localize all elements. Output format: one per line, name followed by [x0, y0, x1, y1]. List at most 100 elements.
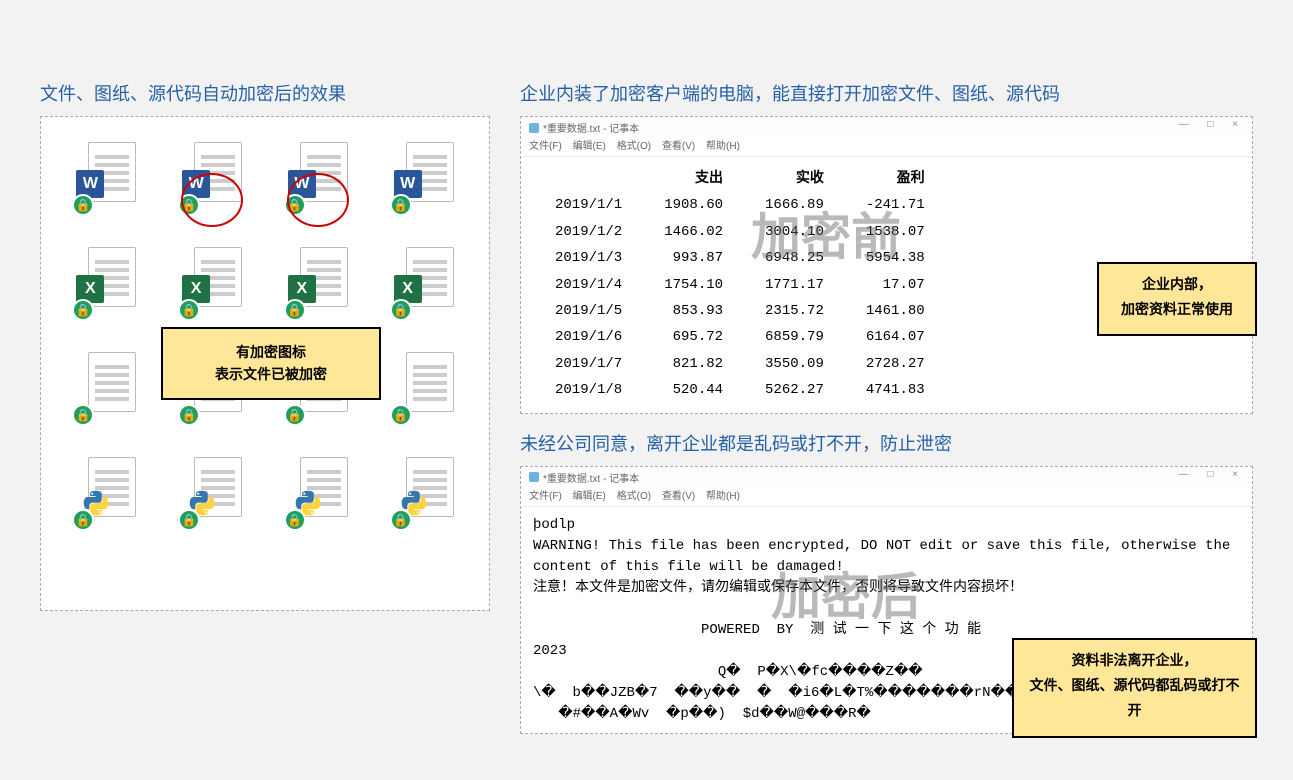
menu-format[interactable]: 格式(O) [617, 141, 651, 152]
table-row: 2019/1/3993.876948.255954.38 [535, 246, 945, 270]
notepad-titlebar: *重要数据.txt - 记事本 [521, 467, 1252, 485]
file-word-4: W🔒 [378, 137, 469, 217]
menu-help[interactable]: 帮助(H) [706, 491, 740, 502]
table-cell: 695.72 [644, 325, 743, 349]
lock-icon: 🔒 [284, 404, 306, 426]
notepad-icon [529, 472, 539, 482]
menu-view[interactable]: 查看(V) [662, 141, 695, 152]
table-row: 2019/1/11908.601666.89-241.71 [535, 193, 945, 217]
encrypted-files-panel: W🔒 W🔒 W🔒 W🔒 X🔒 X🔒 X🔒 X🔒 🔒 🔒 🔒 🔒 🔒 🔒 🔒 [40, 116, 490, 611]
lock-icon: 🔒 [178, 509, 200, 531]
table-cell: 2019/1/4 [535, 273, 642, 297]
file-excel-4: X🔒 [378, 242, 469, 322]
table-row: 2019/1/5853.932315.721461.80 [535, 299, 945, 323]
table-cell: 17.07 [846, 273, 945, 297]
table-cell: 2019/1/6 [535, 325, 642, 349]
table-cell: 5954.38 [846, 246, 945, 270]
table-cell: 6948.25 [745, 246, 844, 270]
table-cell: 2019/1/7 [535, 352, 642, 376]
table-cell: 2728.27 [846, 352, 945, 376]
callout-external: 资料非法离开企业， 文件、图纸、源代码都乱码或打不开 [1012, 638, 1257, 738]
table-cell: 4741.83 [846, 378, 945, 402]
window-controls[interactable]: — □ × [1179, 469, 1246, 480]
menu-help[interactable]: 帮助(H) [706, 141, 740, 152]
callout-line2: 加密资料正常使用 [1113, 299, 1241, 324]
table-cell: 2019/1/2 [535, 220, 642, 244]
highlight-circle [287, 173, 349, 227]
table-cell: 821.82 [644, 352, 743, 376]
callout-line1: 企业内部， [1113, 274, 1241, 299]
table-cell: 993.87 [644, 246, 743, 270]
table-row: 2019/1/41754.101771.1717.07 [535, 273, 945, 297]
lock-icon: 🔒 [390, 509, 412, 531]
menu-format[interactable]: 格式(O) [617, 491, 651, 502]
table-cell: 1908.60 [644, 193, 743, 217]
table-cell: 2019/1/1 [535, 193, 642, 217]
table-cell: 2019/1/8 [535, 378, 642, 402]
notepad-after: — □ × *重要数据.txt - 记事本 文件(F) 编辑(E) 格式(O) … [520, 466, 1253, 734]
window-controls[interactable]: — □ × [1179, 119, 1246, 130]
table-row: 2019/1/7821.823550.092728.27 [535, 352, 945, 376]
financial-table: 支出实收盈利 2019/1/11908.601666.89-241.712019… [533, 165, 947, 405]
lock-icon: 🔒 [178, 299, 200, 321]
menu-edit[interactable]: 编辑(E) [573, 141, 606, 152]
file-python-1: 🔒 [61, 452, 152, 532]
file-word-2: W🔒 [167, 137, 258, 217]
file-word-1: W🔒 [61, 137, 152, 217]
callout-line1: 资料非法离开企业， [1028, 650, 1241, 675]
lock-icon: 🔒 [72, 194, 94, 216]
file-text-4: 🔒 [378, 347, 469, 427]
table-cell: 3550.09 [745, 352, 844, 376]
menu-file[interactable]: 文件(F) [529, 491, 562, 502]
right-top-title: 企业内装了加密客户端的电脑，能直接打开加密文件、图纸、源代码 [520, 80, 1253, 106]
table-cell: 2019/1/3 [535, 246, 642, 270]
table-cell: 6164.07 [846, 325, 945, 349]
table-row: 2019/1/6695.726859.796164.07 [535, 325, 945, 349]
notepad-content-after[interactable]: 加密后 þodlp WARNING! This file has been en… [521, 507, 1252, 733]
file-excel-1: X🔒 [61, 242, 152, 322]
notepad-menu[interactable]: 文件(F) 编辑(E) 格式(O) 查看(V) 帮助(H) [521, 135, 1252, 157]
table-cell: 2019/1/5 [535, 299, 642, 323]
lock-icon: 🔒 [284, 299, 306, 321]
table-cell: 1666.89 [745, 193, 844, 217]
table-row: 2019/1/21466.023004.101538.07 [535, 220, 945, 244]
menu-view[interactable]: 查看(V) [662, 491, 695, 502]
highlight-circle [181, 173, 243, 227]
file-excel-3: X🔒 [273, 242, 364, 322]
callout-line2: 文件、图纸、源代码都乱码或打不开 [1028, 675, 1241, 725]
tooltip-encrypted: 有加密图标 表示文件已被加密 [161, 327, 381, 400]
lock-icon: 🔒 [72, 509, 94, 531]
notepad-menu[interactable]: 文件(F) 编辑(E) 格式(O) 查看(V) 帮助(H) [521, 485, 1252, 507]
file-python-4: 🔒 [378, 452, 469, 532]
table-cell: 1466.02 [644, 220, 743, 244]
table-cell: 5262.27 [745, 378, 844, 402]
callout-internal: 企业内部， 加密资料正常使用 [1097, 262, 1257, 336]
table-cell: 1538.07 [846, 220, 945, 244]
table-cell: 1771.17 [745, 273, 844, 297]
table-row: 2019/1/8520.445262.274741.83 [535, 378, 945, 402]
menu-file[interactable]: 文件(F) [529, 141, 562, 152]
table-cell: 3004.10 [745, 220, 844, 244]
table-cell: 1461.80 [846, 299, 945, 323]
lock-icon: 🔒 [72, 404, 94, 426]
table-cell: 2315.72 [745, 299, 844, 323]
table-cell: 6859.79 [745, 325, 844, 349]
left-title: 文件、图纸、源代码自动加密后的效果 [40, 80, 490, 106]
right-bottom-title: 未经公司同意，离开企业都是乱码或打不开，防止泄密 [520, 430, 1253, 456]
notepad-icon [529, 123, 539, 133]
lock-icon: 🔒 [178, 404, 200, 426]
menu-edit[interactable]: 编辑(E) [573, 491, 606, 502]
file-word-3: W🔒 [273, 137, 364, 217]
table-cell: 853.93 [644, 299, 743, 323]
lock-icon: 🔒 [284, 509, 306, 531]
file-python-3: 🔒 [273, 452, 364, 532]
notepad-before: — □ × *重要数据.txt - 记事本 文件(F) 编辑(E) 格式(O) … [520, 116, 1253, 414]
lock-icon: 🔒 [390, 404, 412, 426]
lock-icon: 🔒 [390, 194, 412, 216]
file-text-1: 🔒 [61, 347, 152, 427]
table-cell: 1754.10 [644, 273, 743, 297]
table-cell: 520.44 [644, 378, 743, 402]
tooltip-line2: 表示文件已被加密 [175, 363, 367, 385]
notepad-content-before[interactable]: 加密前 支出实收盈利 2019/1/11908.601666.89-241.71… [521, 157, 1252, 413]
file-excel-2: X🔒 [167, 242, 258, 322]
